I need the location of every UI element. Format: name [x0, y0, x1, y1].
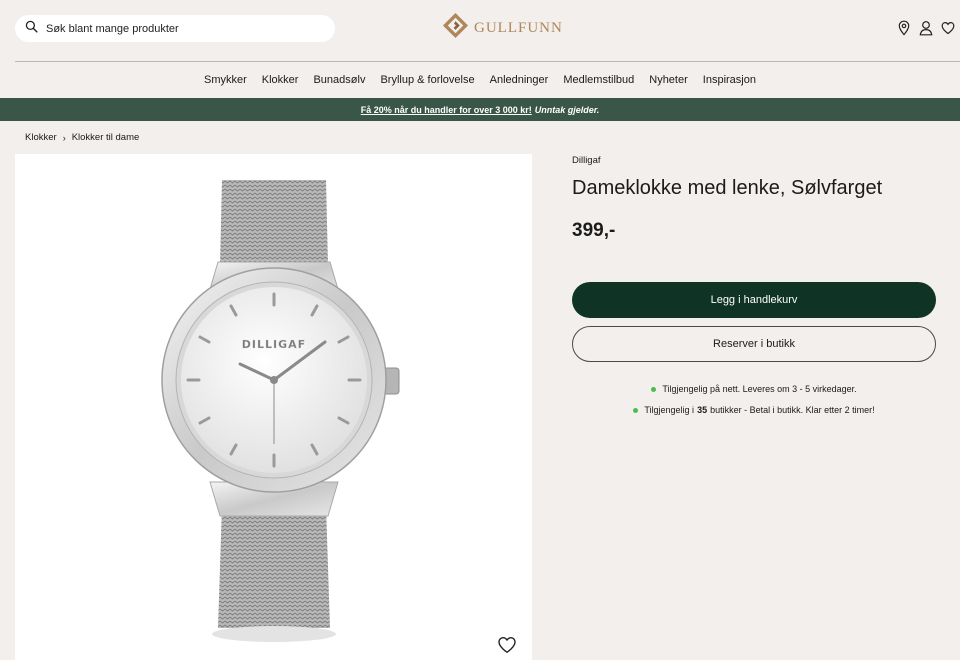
nav-item-klokker[interactable]: Klokker — [254, 74, 306, 86]
availability-online: Tilgjengelig på nett. Leveres om 3 - 5 v… — [572, 384, 936, 394]
nav-item-bryllup[interactable]: Bryllup & forlovelse — [373, 74, 482, 86]
header-divider — [15, 61, 960, 62]
breadcrumb: Klokker › Klokker til dame — [25, 132, 139, 143]
nav-item-bunadsolv[interactable]: Bunadsølv — [306, 74, 373, 86]
heart-icon[interactable] — [941, 20, 955, 36]
nav-item-smykker[interactable]: Smykker — [197, 74, 255, 86]
header-icons — [897, 20, 955, 36]
in-stock-dot-icon — [651, 386, 657, 392]
product-image: DILLIGAF — [161, 180, 400, 642]
user-icon[interactable] — [919, 20, 933, 36]
chevron-right-icon: › — [62, 132, 66, 143]
product-title: Dameklokke med lenke, Sølvfarget — [572, 177, 883, 199]
product-brand[interactable]: Dilligaf — [572, 155, 601, 166]
nav-item-inspirasjon[interactable]: Inspirasjon — [695, 74, 763, 86]
logo-text: GULLFUNN — [474, 19, 563, 36]
availability-online-text: Tilgjengelig på nett. Leveres om 3 - 5 v… — [662, 384, 857, 394]
search-bar[interactable] — [15, 15, 335, 42]
watch-dial-text: DILLIGAF — [242, 338, 306, 351]
availability-store-prefix: Tilgjengelig i — [644, 405, 695, 415]
nav-item-medlemstilbud[interactable]: Medlemstilbud — [556, 74, 642, 86]
search-icon — [25, 20, 38, 38]
availability-store-count: 35 — [697, 405, 708, 415]
breadcrumb-item-klokker[interactable]: Klokker — [25, 132, 57, 143]
availability-store-suffix: butikker - Betal i butikk. Klar etter 2 … — [710, 405, 875, 415]
promo-bar: Få 20% når du handler for over 3 000 kr!… — [0, 98, 960, 121]
search-input[interactable] — [46, 22, 316, 35]
in-stock-dot-icon — [633, 407, 639, 413]
logo[interactable]: GULLFUNN — [442, 12, 563, 44]
promo-link[interactable]: Få 20% når du handler for over 3 000 kr! — [361, 105, 532, 115]
product-price: 399,- — [572, 220, 616, 241]
logo-mark-icon — [442, 12, 469, 44]
product-image-panel: DILLIGAF — [15, 154, 532, 660]
location-icon[interactable] — [897, 20, 911, 36]
main-nav: Smykker Klokker Bunadsølv Bryllup & forl… — [0, 74, 960, 86]
breadcrumb-item-klokker-til-dame[interactable]: Klokker til dame — [72, 132, 140, 143]
nav-item-anledninger[interactable]: Anledninger — [482, 74, 556, 86]
wishlist-heart-icon[interactable] — [497, 635, 517, 655]
nav-item-nyheter[interactable]: Nyheter — [642, 74, 696, 86]
reserve-in-store-button[interactable]: Reserver i butikk — [572, 326, 936, 362]
promo-note: Unntak gjelder. — [534, 104, 600, 115]
add-to-cart-button[interactable]: Legg i handlekurv — [572, 282, 936, 318]
availability-store: Tilgjengelig i 35 butikker - Betal i but… — [572, 405, 936, 415]
